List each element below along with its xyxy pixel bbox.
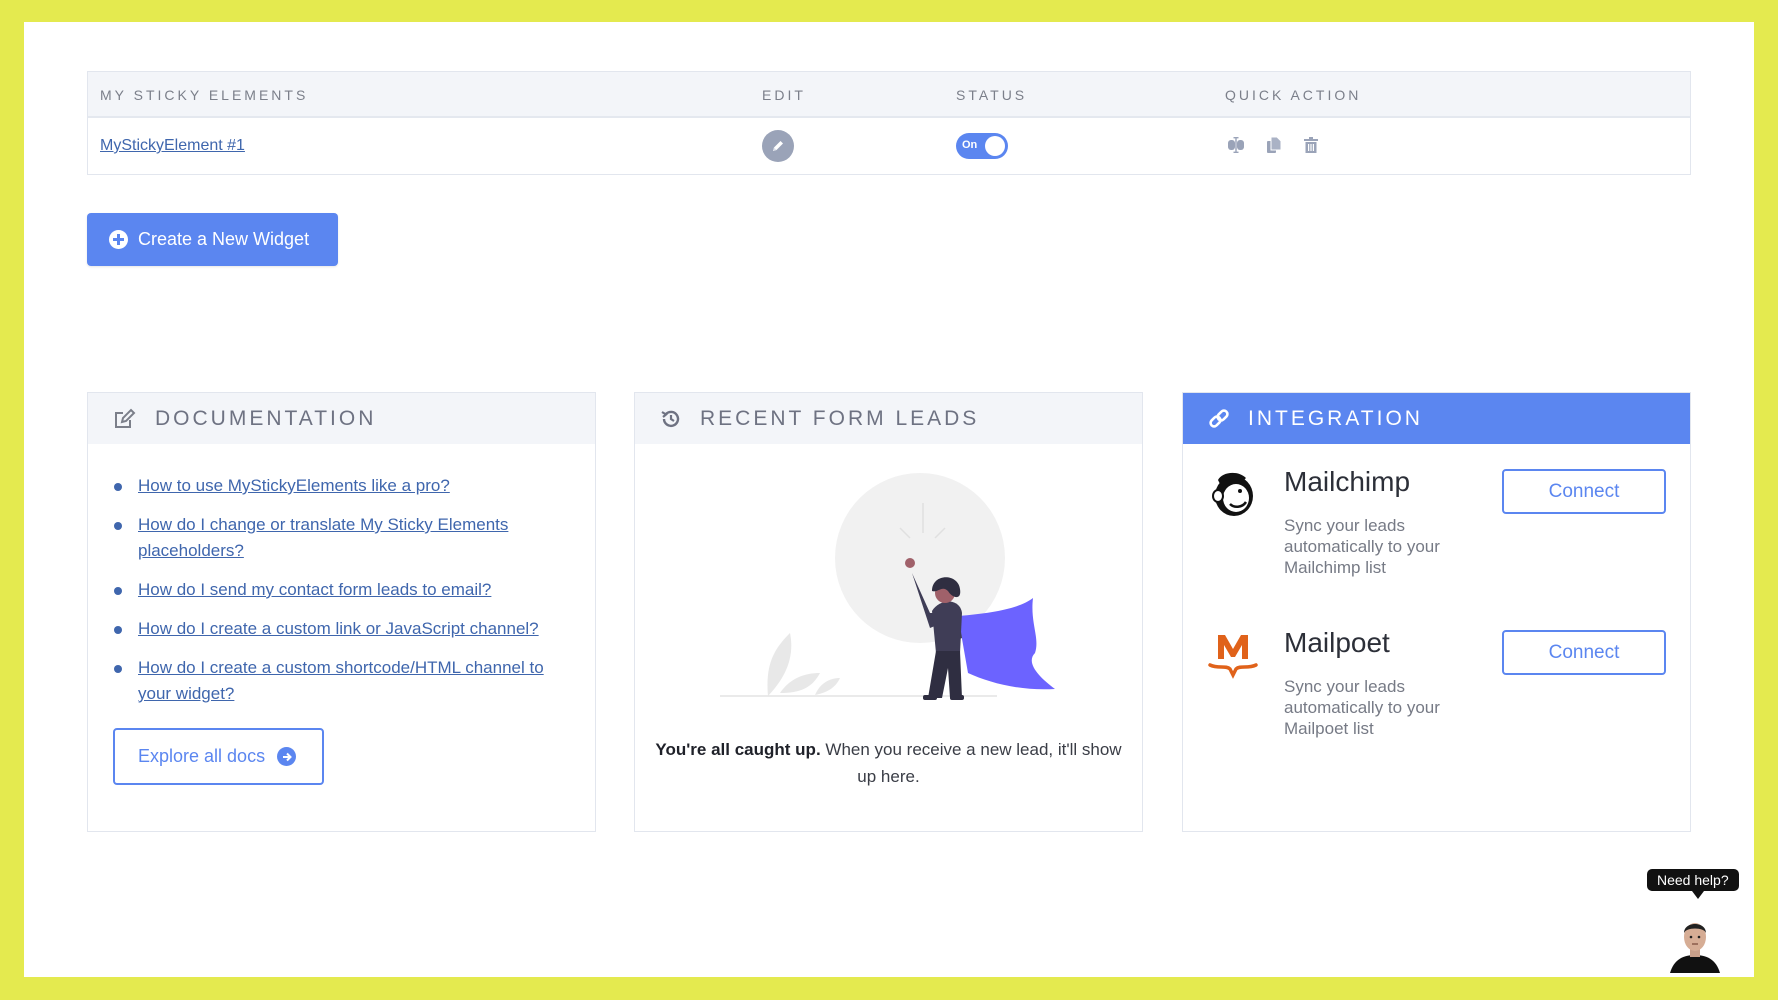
- list-item: How do I create a custom link or JavaScr…: [113, 616, 571, 642]
- history-icon: [661, 410, 680, 427]
- status-toggle-label: On: [962, 139, 978, 151]
- explore-docs-button[interactable]: Explore all docs: [113, 728, 324, 785]
- recent-leads-header: RECENT FORM LEADS: [635, 393, 1142, 444]
- pencil-icon: [773, 141, 783, 151]
- list-item: How do I create a custom shortcode/HTML …: [113, 655, 571, 707]
- integration-description: Sync your leads automatically to your Ma…: [1284, 516, 1440, 577]
- create-widget-label: Create a New Widget: [138, 229, 310, 249]
- integration-name: Mailpoet: [1284, 627, 1390, 658]
- rename-button[interactable]: [1225, 134, 1247, 156]
- integration-header: INTEGRATION: [1183, 393, 1690, 444]
- column-header-status: STATUS: [956, 87, 1028, 103]
- page-frame: MY STICKY ELEMENTS EDIT STATUS QUICK ACT…: [24, 22, 1754, 977]
- empty-state-text: When you receive a new lead, it'll show …: [820, 740, 1122, 786]
- documentation-card: DOCUMENTATION How to use MyStickyElement…: [87, 392, 596, 832]
- column-header-quick-action: QUICK ACTION: [1225, 87, 1362, 103]
- empty-state-bold: You're all caught up.: [655, 740, 821, 759]
- documentation-header: DOCUMENTATION: [88, 393, 595, 444]
- integration-description: Sync your leads automatically to your Ma…: [1284, 677, 1440, 738]
- toggle-knob: [985, 136, 1005, 156]
- documentation-title: DOCUMENTATION: [155, 406, 377, 430]
- doc-link[interactable]: How to use MyStickyElements like a pro?: [138, 476, 450, 495]
- empty-state-illustration: [720, 473, 1055, 700]
- edit-square-icon: [115, 408, 136, 428]
- integration-name: Mailchimp: [1284, 466, 1411, 497]
- delete-button[interactable]: [1300, 134, 1322, 156]
- recent-leads-card: RECENT FORM LEADS You're all caught up. …: [634, 392, 1143, 832]
- empty-state-message: You're all caught up. When you receive a…: [655, 736, 1122, 790]
- need-help-tooltip[interactable]: Need help?: [1647, 869, 1739, 899]
- column-header-edit: EDIT: [762, 87, 806, 103]
- list-item: How to use MyStickyElements like a pro?: [113, 473, 571, 499]
- mailchimp-logo: [1212, 472, 1253, 516]
- duplicate-icon: [1267, 136, 1282, 153]
- integration-title: INTEGRATION: [1248, 406, 1423, 430]
- duplicate-button[interactable]: [1263, 134, 1285, 156]
- explore-docs-label: Explore all docs: [138, 746, 266, 766]
- arrow-right-circle-icon: [277, 747, 297, 766]
- plus-circle-icon: [109, 230, 128, 249]
- doc-link[interactable]: How do I create a custom link or JavaScr…: [138, 619, 539, 638]
- doc-link[interactable]: How do I change or translate My Sticky E…: [138, 515, 508, 560]
- list-item: How do I send my contact form leads to e…: [113, 577, 571, 603]
- doc-link[interactable]: How do I send my contact form leads to e…: [138, 580, 491, 599]
- documentation-links: How to use MyStickyElements like a pro? …: [88, 444, 595, 707]
- sticky-element-link[interactable]: MyStickyElement #1: [100, 137, 245, 155]
- recent-leads-title: RECENT FORM LEADS: [700, 406, 980, 430]
- mailpoet-logo: [1208, 635, 1258, 679]
- trash-icon: [1304, 137, 1318, 153]
- table-row: MyStickyElement #1 On: [88, 118, 1690, 174]
- table-header: MY STICKY ELEMENTS EDIT STATUS QUICK ACT…: [88, 72, 1690, 118]
- connect-mailchimp-button[interactable]: Connect: [1502, 469, 1666, 514]
- column-header-name: MY STICKY ELEMENTS: [100, 87, 309, 103]
- support-avatar[interactable]: [1668, 915, 1722, 975]
- rename-icon: [1228, 137, 1244, 153]
- edit-button[interactable]: [762, 130, 794, 162]
- connect-mailpoet-button[interactable]: Connect: [1502, 630, 1666, 675]
- integration-card: INTEGRATION Mailchimp Sync your leads au…: [1182, 392, 1691, 832]
- create-widget-button[interactable]: Create a New Widget: [87, 213, 338, 266]
- link-icon: [1209, 408, 1229, 428]
- sticky-elements-table: MY STICKY ELEMENTS EDIT STATUS QUICK ACT…: [87, 71, 1691, 175]
- list-item: How do I change or translate My Sticky E…: [113, 512, 571, 564]
- doc-link[interactable]: How do I create a custom shortcode/HTML …: [138, 658, 544, 703]
- status-toggle[interactable]: On: [956, 133, 1008, 159]
